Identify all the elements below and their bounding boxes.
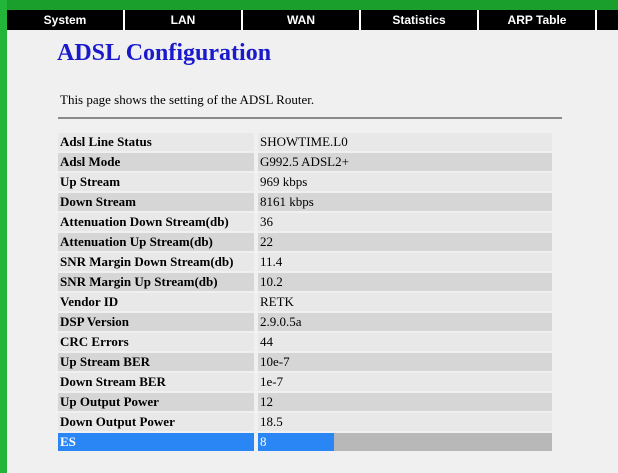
page-description: This page shows the setting of the ADSL …	[60, 92, 315, 107]
table-row: Adsl Line Status SHOWTIME.L0	[58, 133, 552, 151]
row-label: SNR Margin Down Stream(db)	[58, 253, 254, 271]
row-value: 11.4	[258, 253, 552, 271]
nav-wan[interactable]: WAN	[243, 10, 361, 30]
table-row: Down Stream BER 1e-7	[58, 373, 552, 391]
row-label: Down Stream BER	[58, 373, 254, 391]
table-row: Down Stream 8161 kbps	[58, 193, 552, 211]
row-value: 969 kbps	[258, 173, 552, 191]
row-value: 22	[258, 233, 552, 251]
row-value: 36	[258, 213, 552, 231]
nav-system[interactable]: System	[7, 10, 125, 30]
divider	[58, 117, 562, 119]
row-label: Up Output Power	[58, 393, 254, 411]
table-row: CRC Errors 44	[58, 333, 552, 351]
row-value: 1e-7	[258, 373, 552, 391]
table-row: Attenuation Up Stream(db) 22	[58, 233, 552, 251]
row-value: 44	[258, 333, 552, 351]
top-frame-strip	[0, 0, 618, 10]
row-label: Vendor ID	[58, 293, 254, 311]
row-value: 12	[258, 393, 552, 411]
row-value: SHOWTIME.L0	[258, 133, 552, 151]
table-row: Up Output Power 12	[58, 393, 552, 411]
row-label: Down Stream	[58, 193, 254, 211]
row-label: Up Stream BER	[58, 353, 254, 371]
row-value: 10.2	[258, 273, 552, 291]
nav-statistics[interactable]: Statistics	[361, 10, 479, 30]
row-label: SNR Margin Up Stream(db)	[58, 273, 254, 291]
table-row: Down Output Power 18.5	[58, 413, 552, 431]
row-label: Attenuation Up Stream(db)	[58, 233, 254, 251]
row-value: RETK	[258, 293, 552, 311]
row-label: CRC Errors	[58, 333, 254, 351]
row-label: Up Stream	[58, 173, 254, 191]
table-row: Up Stream 969 kbps	[58, 173, 552, 191]
table-row: Attenuation Down Stream(db) 36	[58, 213, 552, 231]
row-value: 10e-7	[258, 353, 552, 371]
row-value: 8	[258, 433, 552, 451]
nav-overflow-item[interactable]	[597, 10, 618, 30]
row-label: Adsl Line Status	[58, 133, 254, 151]
table-row: SNR Margin Up Stream(db) 10.2	[58, 273, 552, 291]
nav-arp-table[interactable]: ARP Table	[479, 10, 597, 30]
page-title: ADSL Configuration	[57, 40, 272, 66]
table-row: Adsl Mode G992.5 ADSL2+	[58, 153, 552, 171]
nav-lan[interactable]: LAN	[125, 10, 243, 30]
table-row-selected: ES 8	[58, 433, 552, 451]
row-label: Adsl Mode	[58, 153, 254, 171]
row-value: G992.5 ADSL2+	[258, 153, 552, 171]
table-row: DSP Version 2.9.0.5a	[58, 313, 552, 331]
top-nav-bar: System LAN WAN Statistics ARP Table	[7, 10, 618, 30]
adsl-status-table: Adsl Line Status SHOWTIME.L0 Adsl Mode G…	[58, 131, 552, 453]
row-value: 2.9.0.5a	[258, 313, 552, 331]
table-row: SNR Margin Down Stream(db) 11.4	[58, 253, 552, 271]
row-label: DSP Version	[58, 313, 254, 331]
row-label: Attenuation Down Stream(db)	[58, 213, 254, 231]
table-row: Vendor ID RETK	[58, 293, 552, 311]
left-frame-strip	[0, 0, 7, 473]
row-label: Down Output Power	[58, 413, 254, 431]
row-value: 8161 kbps	[258, 193, 552, 211]
row-value: 18.5	[258, 413, 552, 431]
table-row: Up Stream BER 10e-7	[58, 353, 552, 371]
row-label: ES	[58, 433, 254, 451]
